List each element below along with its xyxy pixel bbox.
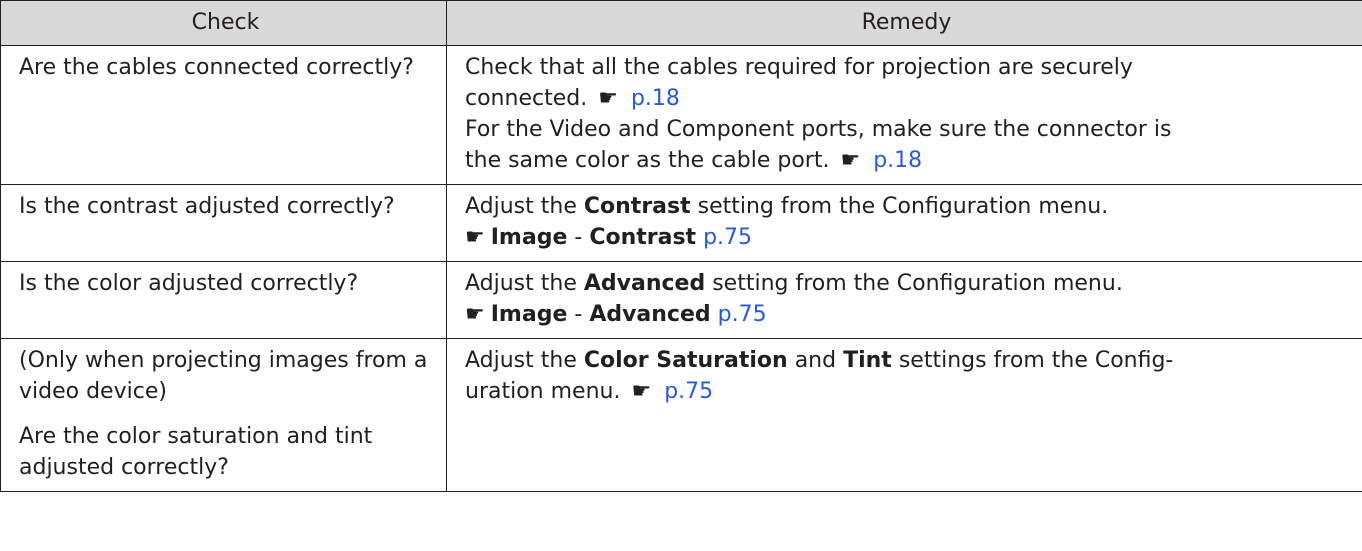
remedy-text: setting from the Configuration menu. [712, 271, 1123, 296]
page-link[interactable]: p.75 [703, 225, 752, 250]
troubleshooting-table: Check Remedy Are the cables connected co… [0, 0, 1362, 492]
menu-name: Image [490, 225, 568, 250]
pointing-hand-icon: ☛ [598, 86, 618, 111]
remedy-cell: Adjust the Color Saturation and Tint set… [446, 338, 1362, 492]
remedy-text: settings from the Config- [898, 348, 1174, 373]
remedy-cell: Check that all the cables required for p… [446, 45, 1362, 185]
remedy-text: For the Video and Component ports, make … [465, 117, 1172, 142]
setting-name: Color Saturation [583, 348, 788, 373]
remedy-text: Adjust the [465, 271, 577, 296]
remedy-cell: Adjust the Advanced setting from the Con… [446, 261, 1362, 339]
header-check: Check [0, 0, 447, 46]
menu-name: Image [490, 302, 568, 327]
remedy-text: setting from the Configuration menu. [697, 194, 1109, 219]
header-row: Check Remedy [0, 0, 1362, 46]
setting-name: Advanced [583, 271, 706, 296]
remedy-text: uration menu. [465, 379, 621, 404]
menu-separator: - [574, 302, 583, 327]
check-text: Are the cables connected correctly? [19, 55, 414, 80]
pointing-hand-icon: ☛ [631, 379, 652, 404]
check-cell: (Only when projecting images from a vide… [0, 338, 447, 492]
remedy-text: connected. [465, 86, 588, 111]
remedy-text: Adjust the [465, 348, 577, 373]
check-text: Is the color adjusted correctly? [19, 271, 359, 296]
pointing-hand-icon: ☛ [465, 225, 485, 250]
remedy-text: Check that all the cables required for p… [465, 55, 1133, 80]
table-row: (Only when projecting images from a vide… [0, 338, 1362, 492]
page-link[interactable]: p.75 [664, 379, 713, 404]
setting-name: Contrast [583, 194, 691, 219]
pointing-hand-icon: ☛ [465, 302, 485, 327]
check-cell: Is the contrast adjusted correctly? [0, 184, 447, 262]
pointing-hand-icon: ☛ [840, 148, 861, 173]
menu-item: Contrast [589, 225, 697, 250]
header-remedy: Remedy [446, 0, 1362, 46]
menu-separator: - [574, 225, 583, 250]
remedy-text: and [794, 348, 837, 373]
setting-name: Tint [843, 348, 892, 373]
remedy-text: the same color as the cable port. [465, 148, 830, 173]
table-row: Is the color adjusted correctly? Adjust … [0, 261, 1362, 339]
check-cell: Is the color adjusted correctly? [0, 261, 447, 339]
check-text: (Only when projecting images from a vide… [19, 348, 428, 404]
page-link[interactable]: p.18 [873, 148, 922, 173]
table-row: Is the contrast adjusted correctly? Adju… [0, 184, 1362, 262]
page-link[interactable]: p.75 [718, 302, 767, 327]
table-row: Are the cables connected correctly? Chec… [0, 45, 1362, 185]
check-cell: Are the cables connected correctly? [0, 45, 447, 185]
page-link[interactable]: p.18 [631, 86, 680, 111]
check-text: Is the contrast adjusted correctly? [19, 194, 395, 219]
menu-item: Advanced [589, 302, 711, 327]
remedy-cell: Adjust the Contrast setting from the Con… [446, 184, 1362, 262]
remedy-text: Adjust the [465, 194, 577, 219]
check-text: Are the color saturation and tint adjust… [19, 424, 373, 480]
